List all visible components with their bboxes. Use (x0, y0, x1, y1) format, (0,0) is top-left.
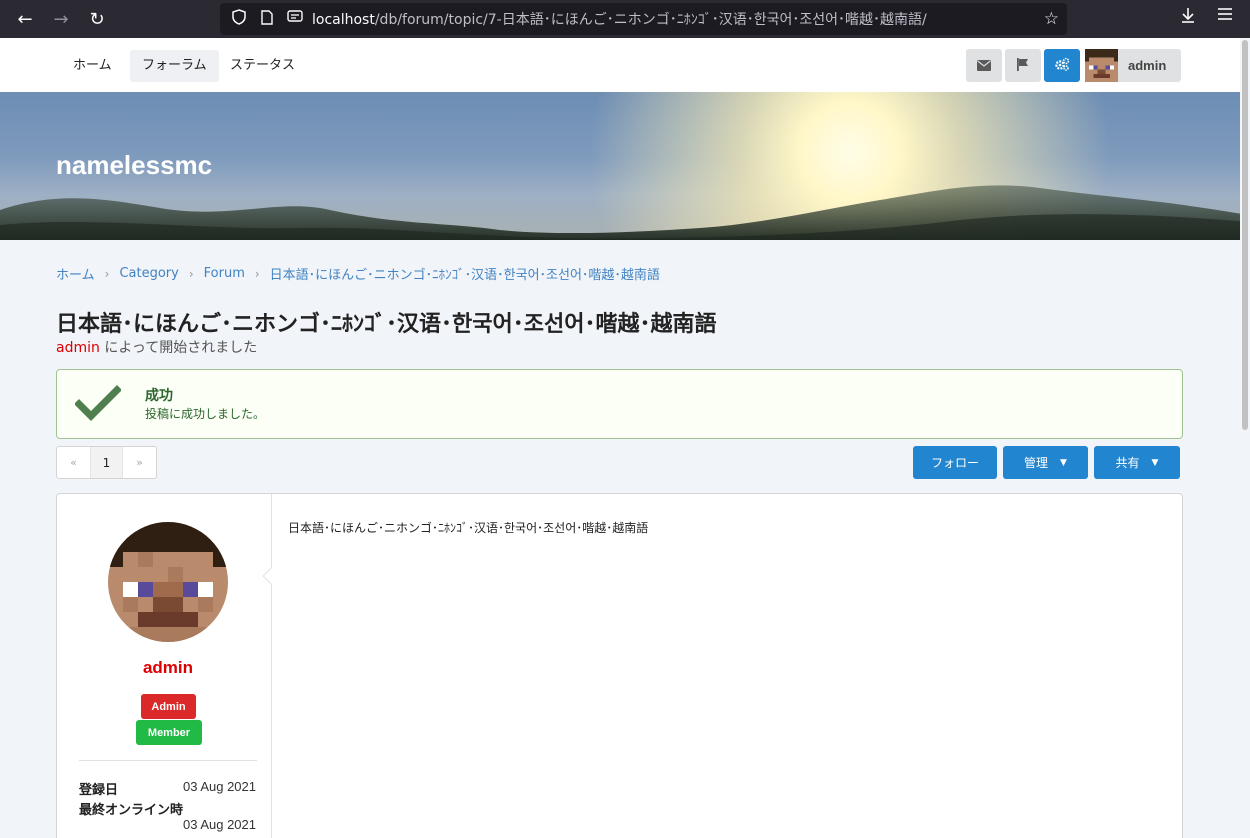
topic-author-link[interactable]: admin (56, 340, 100, 356)
caret-down-icon: ▼ (1151, 457, 1159, 468)
last-online-label: 最終オンライン時 (79, 803, 184, 818)
reload-icon[interactable]: ↻ (84, 6, 110, 32)
nav-item-status[interactable]: ステータス (218, 50, 307, 82)
avatar (1085, 49, 1118, 82)
reports-button[interactable] (1005, 49, 1041, 82)
manage-dropdown[interactable]: 管理 ▼ (1003, 446, 1088, 479)
success-message: 成功 投稿に成功しました。 (56, 369, 1183, 439)
breadcrumb-category[interactable]: Category (119, 266, 178, 281)
forward-arrow-icon[interactable]: → (48, 6, 74, 32)
page-icon (258, 9, 276, 29)
back-arrow-icon[interactable]: ← (12, 6, 38, 32)
caret-down-icon: ▼ (1060, 457, 1067, 468)
url-text: localhost/db/forum/topic/7-日本語･にほんご･ニホンゴ… (312, 12, 927, 28)
last-online-value: 03 Aug 2021 (182, 817, 256, 832)
post-pointer (262, 567, 280, 585)
page-scrollbar[interactable] (1240, 38, 1250, 838)
chevron-right-icon: › (188, 266, 194, 281)
group-badge-admin: Admin (141, 694, 196, 719)
group-badge-member: Member (136, 720, 202, 745)
pagination-next[interactable]: » (123, 447, 156, 478)
post-content: 日本語･にほんご･ニホンゴ･ﾆﾎﾝｺﾞ･汉语･한국어･조선어･喈越･越南語 (288, 521, 649, 535)
success-message-body: 投稿に成功しました。 (145, 407, 266, 421)
topic-author-line: admin によって開始されました (56, 337, 257, 357)
site-banner: namelessmc (0, 92, 1250, 240)
scrollbar-thumb[interactable] (1242, 40, 1248, 430)
share-dropdown[interactable]: 共有 ▼ (1094, 446, 1180, 479)
chevron-right-icon: › (254, 266, 260, 281)
breadcrumb-topic[interactable]: 日本語･にほんご･ニホンゴ･ﾆﾎﾝｺﾞ･汉语･한국어･조선어･喈越･越南語 (270, 264, 660, 283)
user-menu-name: admin (1128, 58, 1167, 73)
post-author-name[interactable]: admin (57, 658, 279, 678)
envelope-icon (977, 56, 991, 75)
pagination: « 1 » (56, 446, 157, 479)
page-title: 日本語･にほんご･ニホンゴ･ﾆﾎﾝｺﾞ･汉语･한국어･조선어･喈越･越南語 (56, 312, 717, 337)
browser-toolbar: ← → ↻ localhost/db/forum/topic/7-日本語･にほん… (0, 0, 1250, 38)
nav-item-home[interactable]: ホーム (61, 50, 124, 82)
joined-value: 03 Aug 2021 (182, 779, 256, 794)
chevron-right-icon: › (104, 266, 110, 281)
permissions-icon[interactable] (286, 10, 304, 28)
address-bar[interactable]: localhost/db/forum/topic/7-日本語･にほんご･ニホンゴ… (220, 3, 1067, 35)
menu-icon[interactable] (1217, 6, 1233, 26)
download-icon[interactable] (1180, 6, 1196, 29)
follow-button-label: フォロー (930, 456, 979, 470)
post-card: admin Admin Member 登録日 03 Aug 2021 最終オンラ… (56, 493, 1183, 838)
breadcrumb-forum[interactable]: Forum (204, 266, 245, 281)
author-info-divider (79, 760, 257, 761)
pagination-page-1[interactable]: 1 (90, 447, 123, 478)
follow-button[interactable]: フォロー (913, 446, 997, 479)
share-dropdown-label: 共有 (1115, 456, 1140, 470)
pagination-prev[interactable]: « (57, 447, 90, 478)
messages-button[interactable] (966, 49, 1002, 82)
nav-item-forum[interactable]: フォーラム (130, 50, 219, 82)
breadcrumb-home[interactable]: ホーム (56, 264, 95, 283)
cogs-icon (1054, 56, 1070, 75)
bookmark-star-icon[interactable]: ☆ (1044, 9, 1059, 29)
post-column-divider (271, 494, 272, 838)
shield-icon[interactable] (230, 9, 248, 29)
started-by-text: によって開始されました (99, 340, 258, 356)
manage-dropdown-label: 管理 (1024, 456, 1049, 470)
post-author-avatar[interactable] (108, 522, 228, 642)
user-menu-button[interactable]: admin (1085, 49, 1181, 82)
success-message-header: 成功 (145, 388, 173, 404)
site-title[interactable]: namelessmc (56, 150, 212, 181)
staff-panel-button[interactable] (1044, 49, 1080, 82)
joined-label: 登録日 (79, 783, 119, 798)
top-navbar: ホーム フォーラム ステータス admin (0, 38, 1250, 92)
flag-icon (1017, 56, 1029, 75)
checkmark-icon (74, 384, 122, 424)
breadcrumb: ホーム › Category › Forum › 日本語･にほんご･ニホンゴ･ﾆ… (56, 264, 660, 283)
